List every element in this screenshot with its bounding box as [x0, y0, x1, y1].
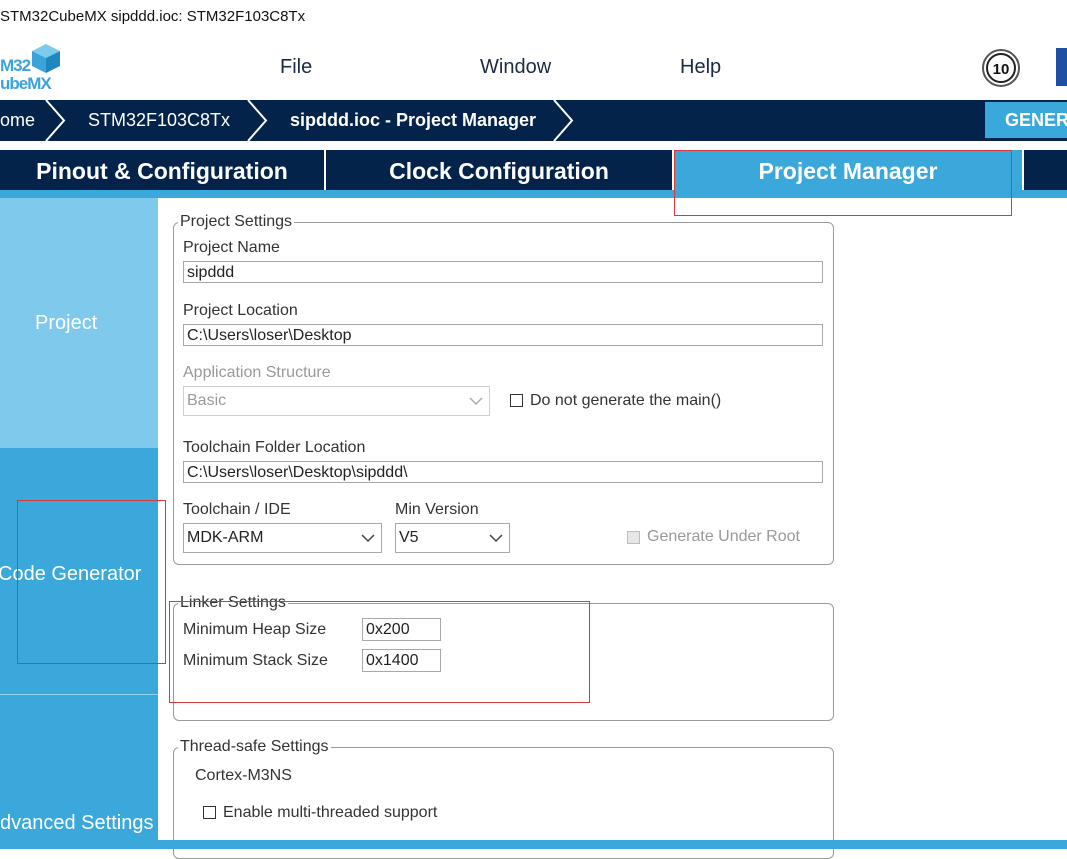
tab-underline [0, 190, 1067, 198]
social-icon-partial[interactable] [1056, 48, 1067, 86]
tab-project-manager[interactable]: Project Manager [674, 150, 1022, 190]
toolchain-ide-value: MDK-ARM [187, 529, 264, 546]
project-location-input[interactable]: C:\Users\loser\Desktop [183, 324, 823, 346]
minimum-heap-size-label: Minimum Heap Size [183, 621, 327, 638]
project-location-label: Project Location [183, 302, 298, 319]
generate-under-root-label: Generate Under Root [647, 528, 800, 545]
chevron-down-icon [361, 534, 375, 543]
minimum-stack-size-input[interactable]: 0x1400 [362, 649, 441, 672]
toolchain-ide-label: Toolchain / IDE [183, 501, 291, 518]
tab-divider [1022, 150, 1024, 190]
logo-text-line2: ubeMX [0, 74, 52, 93]
cube-icon [32, 44, 60, 73]
breadcrumb: ome STM32F103C8Tx sipddd.ioc - Project M… [0, 100, 1067, 141]
application-structure-value: Basic [187, 392, 227, 409]
breadcrumb-chip[interactable]: STM32F103C8Tx [88, 100, 230, 141]
min-version-select[interactable]: V5 [395, 523, 510, 553]
core-name-label: Cortex-M3NS [195, 767, 292, 784]
min-version-label: Min Version [395, 501, 479, 518]
breadcrumb-current: sipddd.ioc - Project Manager [290, 110, 537, 130]
do-not-generate-main-label: Do not generate the main() [530, 392, 722, 409]
sidebar-item-label: Code Generator [0, 563, 142, 585]
application-structure-label: Application Structure [183, 364, 331, 381]
generate-under-root-checkbox[interactable] [627, 531, 640, 544]
sidebar-item-code-generator[interactable]: Code Generator [0, 448, 158, 694]
window-title-bar: STM32CubeMX sipddd.ioc: STM32F103C8Tx [0, 0, 1067, 34]
linker-settings-legend: Linker Settings [178, 594, 288, 612]
toolchain-ide-select[interactable]: MDK-ARM [183, 523, 382, 553]
application-structure-select[interactable]: Basic [183, 386, 490, 416]
tab-pinout-configuration[interactable]: Pinout & Configuration [0, 150, 324, 190]
toolchain-folder-input[interactable]: C:\Users\loser\Desktop\sipddd\ [183, 461, 823, 483]
do-not-generate-main-checkbox[interactable] [510, 394, 523, 407]
breadcrumb-home[interactable]: ome [0, 100, 35, 141]
tab-clock-configuration[interactable]: Clock Configuration [326, 150, 672, 190]
menu-row: M32 ubeMX File Window Help 10 [0, 34, 1067, 100]
project-name-label: Project Name [183, 239, 280, 256]
stm32cubemx-logo: M32 ubeMX [0, 42, 62, 94]
min-version-value: V5 [399, 529, 419, 546]
chevron-right-icon [45, 100, 66, 141]
minimum-stack-size-label: Minimum Stack Size [183, 652, 328, 669]
enable-multithreaded-label: Enable multi-threaded support [223, 804, 438, 821]
chevron-right-icon [553, 100, 574, 141]
menu-help[interactable]: Help [680, 56, 721, 79]
minimum-heap-size-input[interactable]: 0x200 [362, 618, 441, 641]
project-settings-legend: Project Settings [178, 213, 295, 231]
bottom-status-stripe [0, 840, 1067, 849]
sidebar-item-label: Project [35, 312, 98, 334]
enable-multithreaded-checkbox[interactable] [203, 806, 216, 819]
toolchain-folder-label: Toolchain Folder Location [183, 439, 366, 456]
menu-file[interactable]: File [280, 56, 312, 79]
svg-text:10: 10 [993, 61, 1010, 78]
logo-text-line1: M32 [0, 56, 31, 75]
chevron-down-icon [489, 534, 503, 543]
chevron-down-icon [469, 397, 483, 406]
anniversary-badge-icon: 10 [980, 48, 1022, 88]
window-title: STM32CubeMX sipddd.ioc: STM32F103C8Tx [0, 8, 306, 25]
generate-code-button[interactable]: GENER [985, 102, 1067, 138]
project-name-input[interactable]: sipddd [183, 261, 823, 283]
menu-window[interactable]: Window [480, 56, 551, 79]
chevron-right-icon [247, 100, 268, 141]
sidebar-item-project[interactable]: Project [0, 198, 158, 448]
sidebar-item-advanced-settings[interactable]: dvanced Settings [0, 695, 158, 840]
sidebar-item-label: dvanced Settings [0, 812, 154, 834]
project-manager-panel: Project Settings Project Name sipddd Pro… [158, 198, 1067, 859]
thread-safe-settings-legend: Thread-safe Settings [178, 738, 331, 756]
